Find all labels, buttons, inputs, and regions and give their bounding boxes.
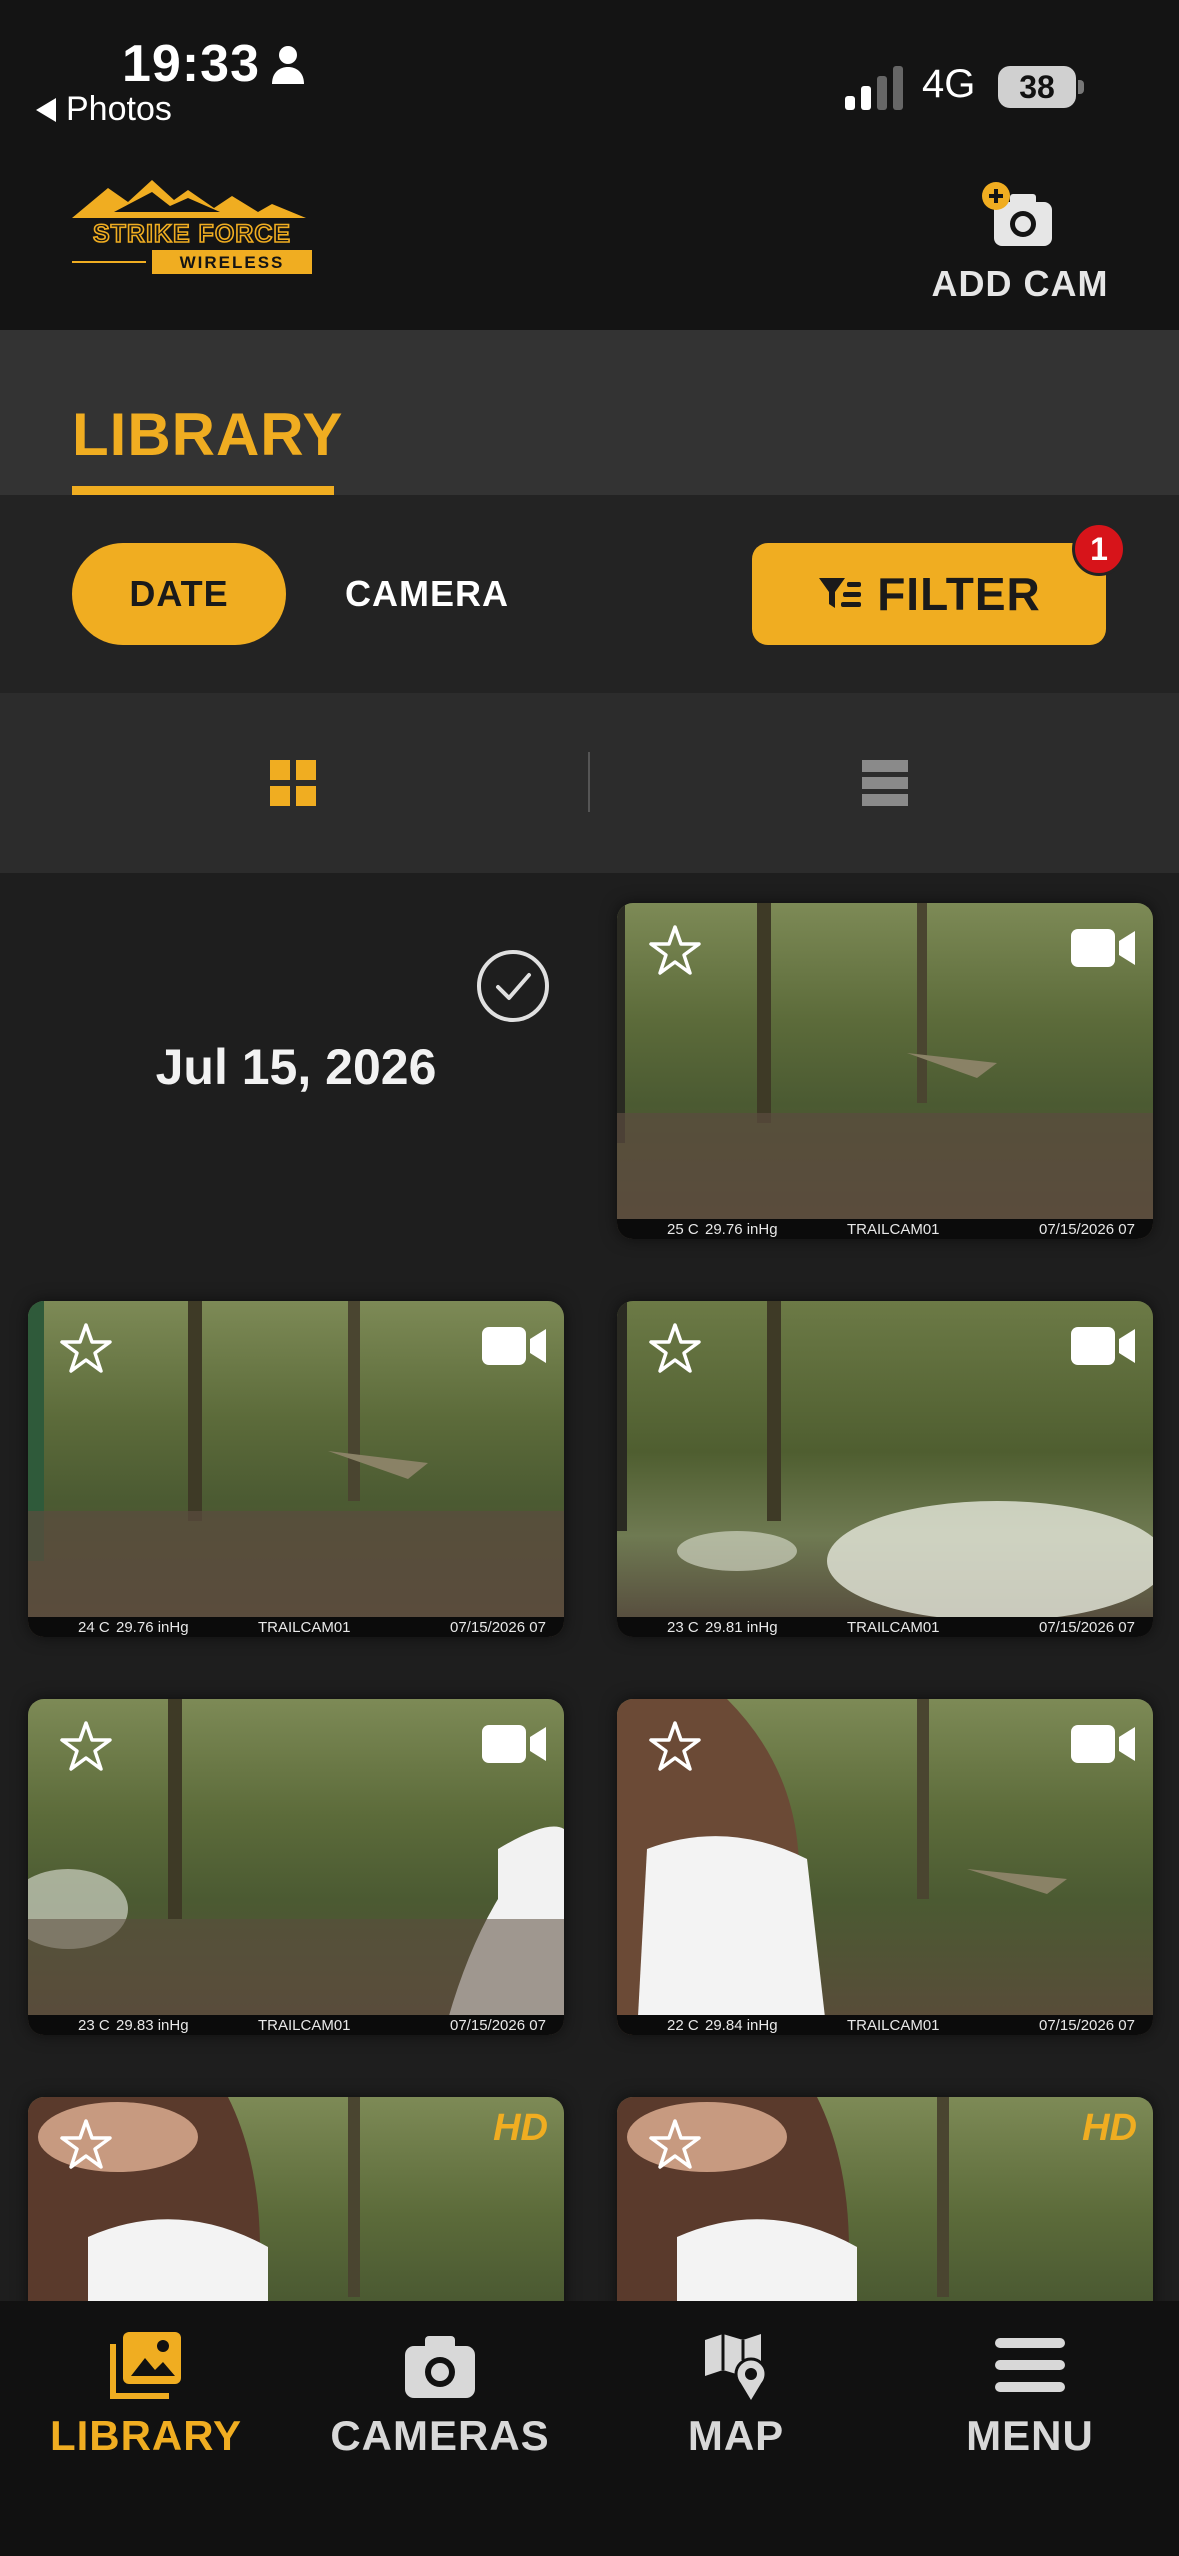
nav-menu[interactable]: MENU bbox=[900, 2330, 1160, 2480]
photo-temperature: 25 C bbox=[667, 1220, 699, 1238]
clock-time: 19:33 bbox=[122, 35, 260, 93]
video-icon bbox=[1071, 1327, 1135, 1365]
filter-count-badge: 1 bbox=[1072, 522, 1126, 576]
list-view-icon[interactable] bbox=[862, 760, 908, 806]
hd-badge: HD bbox=[1082, 2107, 1137, 2149]
back-to-photos-link[interactable]: Photos bbox=[36, 90, 172, 129]
grid-view-icon[interactable] bbox=[270, 760, 316, 806]
nav-library[interactable]: LIBRARY bbox=[16, 2330, 276, 2480]
nav-map-label: MAP bbox=[687, 2412, 785, 2459]
photo-pressure: 29.76 inHg bbox=[116, 1618, 189, 1636]
photo-info-strip: 23 C 29.81 inHg TRAILCAM01 07/15/2026 07 bbox=[617, 1617, 1153, 1637]
filter-icon bbox=[819, 578, 862, 608]
sort-by-camera-button[interactable]: CAMERA bbox=[345, 543, 509, 645]
back-to-photos-label: Photos bbox=[66, 90, 172, 128]
filter-label: FILTER bbox=[877, 568, 1041, 620]
favorite-star-icon[interactable] bbox=[647, 1321, 703, 1377]
photo-info-strip: 22 C 29.84 inHg TRAILCAM01 07/15/2026 07 bbox=[617, 2015, 1153, 2035]
person-icon bbox=[272, 46, 304, 84]
nav-cameras[interactable]: CAMERAS bbox=[310, 2330, 570, 2480]
map-pin-icon bbox=[705, 2334, 768, 2400]
photo-camera-name: TRAILCAM01 bbox=[847, 1618, 940, 1636]
nav-map[interactable]: MAP bbox=[606, 2330, 866, 2480]
photo-temperature: 23 C bbox=[667, 1618, 699, 1636]
camera-icon bbox=[405, 2336, 475, 2398]
cell-signal-icon bbox=[845, 66, 903, 110]
photo-info-strip: 23 C 29.83 inHg TRAILCAM01 07/15/2026 07 bbox=[28, 2015, 564, 2035]
nav-cameras-label: CAMERAS bbox=[330, 2412, 550, 2459]
photo-temperature: 24 C bbox=[78, 1618, 110, 1636]
nav-library-label: LIBRARY bbox=[49, 2412, 243, 2459]
photo-info-strip: 25 C 29.76 inHg TRAILCAM01 07/15/2026 07 bbox=[617, 1219, 1153, 1239]
logo-line2: WIRELESS bbox=[180, 253, 285, 272]
sort-by-date-button[interactable]: DATE bbox=[72, 543, 286, 645]
add-camera-icon bbox=[982, 182, 1052, 246]
photo-pressure: 29.84 inHg bbox=[705, 2016, 778, 2034]
hamburger-menu-icon bbox=[995, 2338, 1065, 2392]
photo-date: 07/15/2026 07 bbox=[450, 1618, 546, 1636]
logo-line1: STRIKE FORCE bbox=[93, 220, 291, 248]
battery-nub bbox=[1078, 80, 1084, 94]
video-icon bbox=[482, 1725, 546, 1763]
photo-library-icon bbox=[110, 2332, 181, 2399]
video-icon bbox=[1071, 1725, 1135, 1763]
photo-date: 07/15/2026 07 bbox=[1039, 1220, 1135, 1238]
photo-thumbnail[interactable]: 24 C 29.76 inHg TRAILCAM01 07/15/2026 07 bbox=[28, 1301, 564, 1637]
favorite-star-icon[interactable] bbox=[647, 923, 703, 979]
photo-thumbnail[interactable]: HD bbox=[28, 2097, 564, 2301]
back-arrow-icon bbox=[36, 97, 56, 122]
select-all-check-icon[interactable] bbox=[476, 949, 550, 1023]
view-toggle-divider bbox=[588, 752, 590, 812]
photo-date: 07/15/2026 07 bbox=[450, 2016, 546, 2034]
photo-camera-name: TRAILCAM01 bbox=[258, 1618, 351, 1636]
photo-date: 07/15/2026 07 bbox=[1039, 2016, 1135, 2034]
strike-force-logo: STRIKE FORCE WIRELESS bbox=[72, 180, 312, 274]
photo-thumbnail[interactable]: 23 C 29.83 inHg TRAILCAM01 07/15/2026 07 bbox=[28, 1699, 564, 2035]
photo-pressure: 29.81 inHg bbox=[705, 1618, 778, 1636]
video-icon bbox=[482, 1327, 546, 1365]
favorite-star-icon[interactable] bbox=[58, 2117, 114, 2173]
add-cam-button[interactable]: ADD CAM bbox=[930, 180, 1110, 310]
add-cam-label: ADD CAM bbox=[931, 263, 1109, 304]
photo-pressure: 29.83 inHg bbox=[116, 2016, 189, 2034]
favorite-star-icon[interactable] bbox=[647, 1719, 703, 1775]
tab-active-indicator bbox=[72, 486, 334, 495]
network-type: 4G bbox=[922, 62, 976, 106]
favorite-star-icon[interactable] bbox=[647, 2117, 703, 2173]
filter-button[interactable]: FILTER bbox=[752, 543, 1106, 645]
tab-library[interactable]: LIBRARY bbox=[72, 400, 343, 469]
video-icon bbox=[1071, 929, 1135, 967]
battery-icon: 38 bbox=[998, 66, 1084, 108]
photo-info-strip: 24 C 29.76 inHg TRAILCAM01 07/15/2026 07 bbox=[28, 1617, 564, 1637]
nav-menu-label: MENU bbox=[966, 2412, 1094, 2459]
favorite-star-icon[interactable] bbox=[58, 1719, 114, 1775]
photo-date: 07/15/2026 07 bbox=[1039, 1618, 1135, 1636]
photo-thumbnail[interactable]: 22 C 29.84 inHg TRAILCAM01 07/15/2026 07 bbox=[617, 1699, 1153, 2035]
photo-pressure: 29.76 inHg bbox=[705, 1220, 778, 1238]
favorite-star-icon[interactable] bbox=[58, 1321, 114, 1377]
photo-camera-name: TRAILCAM01 bbox=[847, 2016, 940, 2034]
photo-temperature: 22 C bbox=[667, 2016, 699, 2034]
hd-badge: HD bbox=[493, 2107, 548, 2149]
photo-thumbnail[interactable]: HD bbox=[617, 2097, 1153, 2301]
photo-camera-name: TRAILCAM01 bbox=[258, 2016, 351, 2034]
photo-thumbnail[interactable]: 23 C 29.81 inHg TRAILCAM01 07/15/2026 07 bbox=[617, 1301, 1153, 1637]
date-group-header: Jul 15, 2026 bbox=[28, 903, 564, 1231]
battery-level: 38 bbox=[998, 66, 1076, 108]
photo-grid: Jul 15, 2026 25 C 29.76 inHg TRAILCAM01 … bbox=[0, 873, 1179, 2301]
photo-camera-name: TRAILCAM01 bbox=[847, 1220, 940, 1238]
photo-thumbnail[interactable]: 25 C 29.76 inHg TRAILCAM01 07/15/2026 07 bbox=[617, 903, 1153, 1239]
photo-temperature: 23 C bbox=[78, 2016, 110, 2034]
